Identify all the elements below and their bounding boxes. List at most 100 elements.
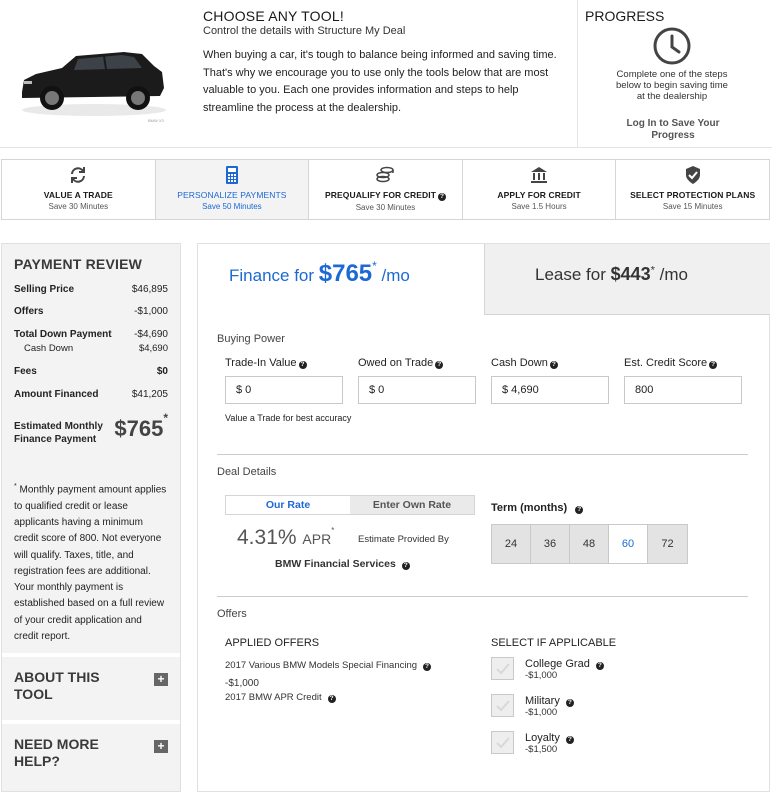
- offer-option-label: Military?: [525, 695, 574, 707]
- about-title: ABOUT THIS TOOL: [14, 669, 100, 702]
- enter-own-rate-button[interactable]: Enter Own Rate: [350, 496, 474, 514]
- offer-option-label: College Grad?: [525, 658, 604, 670]
- term-option[interactable]: 24: [492, 525, 531, 563]
- college-grad-checkbox[interactable]: [491, 657, 514, 680]
- tab-personalize-payments[interactable]: PERSONALIZE PAYMENTS Save 50 Minutes: [155, 160, 310, 219]
- help-icon[interactable]: ?: [435, 361, 444, 369]
- apr-value: 4.31%: [237, 526, 297, 549]
- asterisk: *: [372, 259, 377, 274]
- payment-review-title: PAYMENT REVIEW: [14, 256, 143, 272]
- credit-score-input[interactable]: [624, 376, 742, 404]
- tab-subtext: Save 15 Minutes: [662, 202, 723, 211]
- row-value: $0: [156, 366, 168, 377]
- help-icon[interactable]: ?: [595, 662, 604, 670]
- lease-text: Lease for $443* /mo: [535, 264, 688, 285]
- term-option-selected[interactable]: 60: [609, 525, 648, 563]
- row-label: Selling Price: [14, 284, 75, 295]
- login-link[interactable]: Log In to Save Your Progress: [621, 118, 725, 142]
- trade-in-input[interactable]: [225, 376, 343, 404]
- car-caption: BMW X3: [148, 118, 164, 123]
- progress-text: Complete one of the steps below to begin…: [616, 69, 728, 102]
- calculator-panel: Finance for $765* /mo Lease for $443* /m…: [197, 243, 770, 792]
- amount-financed-row: Amount Financed $41,205: [14, 389, 168, 400]
- divider: [217, 454, 748, 455]
- tab-subtext: Save 30 Minutes: [355, 203, 416, 212]
- help-title: NEED MORE HELP?: [14, 736, 99, 769]
- apr-unit: APR: [302, 531, 332, 547]
- row-label: Total Down Payment: [14, 329, 112, 340]
- help-icon[interactable]: ?: [565, 699, 574, 707]
- lease-prefix: Lease for: [535, 265, 611, 284]
- intro-text: When buying a car, it's tough to balance…: [203, 49, 557, 114]
- bank-icon: [531, 167, 548, 183]
- tab-subtext: Save 1.5 Hours: [511, 202, 567, 211]
- applied-offer: 2017 BMW APR Credit?: [225, 692, 336, 703]
- tab-lease[interactable]: Lease for $443* /mo: [484, 244, 770, 315]
- help-icon[interactable]: ?: [549, 361, 558, 369]
- option-name: College Grad: [525, 658, 590, 670]
- header: BMW X3 CHOOSE ANY TOOL! Control the deta…: [0, 0, 772, 148]
- help-icon[interactable]: ?: [298, 361, 307, 369]
- tab-prequalify-for-credit[interactable]: PREQUALIFY FOR CREDIT? Save 30 Minutes: [309, 160, 463, 219]
- help-icon[interactable]: ?: [401, 562, 410, 570]
- check-icon: [496, 700, 510, 712]
- label-text: Term (months): [491, 502, 568, 514]
- coins-icon: [376, 166, 395, 183]
- term-selector: 24 36 48 60 72: [491, 524, 688, 564]
- row-value: -$4,690: [134, 329, 168, 340]
- applied-offer: 2017 Various BMW Models Special Financin…: [225, 660, 432, 671]
- owed-input[interactable]: [358, 376, 476, 404]
- offer-name: 2017 Various BMW Models Special Financin…: [225, 660, 418, 671]
- tab-label: VALUE A TRADE: [43, 190, 113, 200]
- shield-icon: [685, 166, 700, 184]
- row-value: $41,205: [131, 389, 168, 400]
- term-option[interactable]: 36: [531, 525, 570, 563]
- tab-apply-for-credit[interactable]: APPLY FOR CREDIT Save 1.5 Hours: [462, 160, 617, 219]
- help-icon[interactable]: ?: [709, 361, 718, 369]
- estimated-payment-value: $765*: [114, 411, 168, 442]
- tab-select-protection-plans[interactable]: SELECT PROTECTION PLANS Save 15 Minutes: [616, 160, 769, 219]
- row-label: Cash Down: [24, 343, 74, 354]
- expand-icon[interactable]: +: [154, 740, 168, 753]
- offer-name: 2017 BMW APR Credit: [225, 692, 322, 703]
- help-icon[interactable]: ?: [438, 193, 446, 201]
- help-icon[interactable]: ?: [575, 506, 584, 514]
- row-label: Amount Financed: [14, 389, 99, 400]
- offer-option-label: Loyalty?: [525, 732, 574, 744]
- row-label: Offers: [14, 306, 44, 317]
- help-icon[interactable]: ?: [565, 736, 574, 744]
- option-name: Loyalty: [525, 732, 560, 744]
- clock-icon: [653, 27, 691, 65]
- help-icon[interactable]: ?: [423, 663, 432, 671]
- page-subtitle: Control the details with Structure My De…: [203, 25, 406, 37]
- military-checkbox[interactable]: [491, 694, 514, 717]
- option-name: Military: [525, 695, 560, 707]
- asterisk: *: [331, 526, 335, 535]
- disclaimer-text: Monthly payment amount applies to qualif…: [14, 484, 167, 642]
- select-if-applicable-title: SELECT IF APPLICABLE: [491, 637, 617, 649]
- tab-value-a-trade[interactable]: VALUE A TRADE Save 30 Minutes: [2, 160, 156, 219]
- car-image: [22, 52, 166, 116]
- expand-icon[interactable]: +: [154, 673, 168, 686]
- selling-price-row: Selling Price $46,895: [14, 284, 168, 295]
- loyalty-checkbox[interactable]: [491, 731, 514, 754]
- asterisk: *: [163, 410, 168, 425]
- value-trade-note[interactable]: Value a Trade for best accuracy: [225, 413, 351, 423]
- lease-suffix: /mo: [654, 265, 688, 284]
- estimated-payment-amount: $765: [114, 416, 164, 441]
- finance-lease-tabs: Finance for $765* /mo Lease for $443* /m…: [198, 244, 770, 315]
- cash-down-input[interactable]: [491, 376, 609, 404]
- help-section[interactable]: NEED MORE HELP? +: [2, 720, 180, 792]
- tab-finance[interactable]: Finance for $765* /mo: [198, 244, 484, 315]
- offer-option-amount: -$1,000: [525, 670, 558, 681]
- apr-display: 4.31% APR*: [237, 526, 334, 550]
- finance-amount: $765: [318, 260, 373, 287]
- about-section[interactable]: ABOUT THIS TOOL +: [2, 653, 180, 726]
- help-icon[interactable]: ?: [327, 695, 336, 703]
- our-rate-button[interactable]: Our Rate: [226, 496, 350, 514]
- estimated-payment: Estimated Monthly Finance Payment $765*: [14, 411, 168, 456]
- term-option[interactable]: 72: [648, 525, 687, 563]
- term-option[interactable]: 48: [570, 525, 609, 563]
- row-label: Fees: [14, 366, 37, 377]
- buying-power-title: Buying Power: [217, 333, 285, 345]
